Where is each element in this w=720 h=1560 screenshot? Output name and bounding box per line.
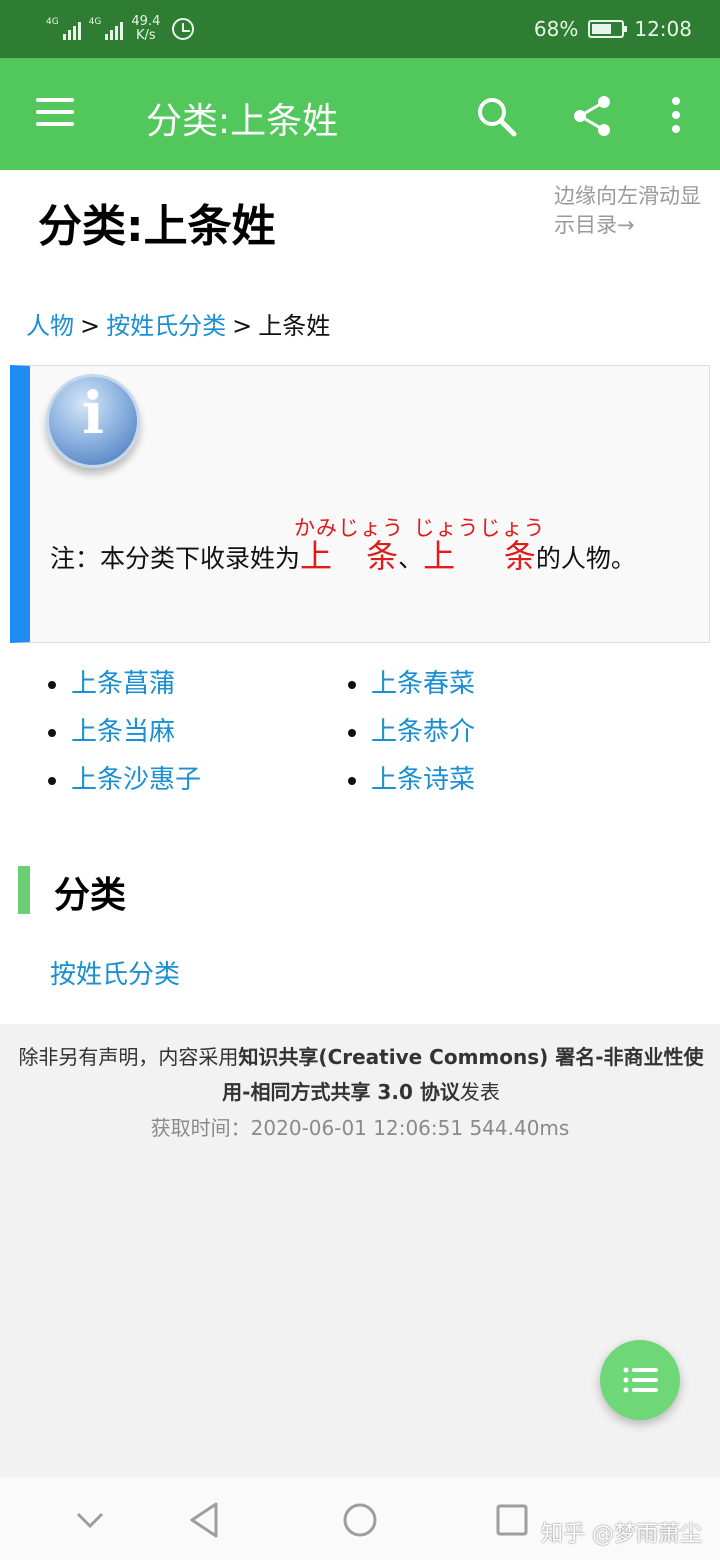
status-left: 4G 4G 49.4 K/s bbox=[46, 15, 195, 43]
alarm-icon bbox=[172, 18, 195, 40]
breadcrumb: 人物 > 按姓氏分类 > 上条姓 bbox=[26, 306, 330, 341]
name-link[interactable]: 上条沙惠子 bbox=[71, 762, 201, 799]
list-item: 上条春菜 bbox=[348, 666, 648, 703]
notice-prefix: 注：本分类下收录姓为 bbox=[50, 544, 301, 573]
reading-kamijou: かみじょう bbox=[294, 516, 405, 540]
section-accent-bar bbox=[18, 866, 30, 914]
notice-box: i 注：本分类下收录姓为上 条かみじょう、上 条じょうじょう的人物。 bbox=[10, 365, 710, 643]
recent-apps-icon[interactable] bbox=[490, 1498, 534, 1542]
toc-button[interactable] bbox=[600, 1340, 680, 1420]
battery-icon bbox=[588, 20, 628, 38]
breadcrumb-link-people[interactable]: 人物 bbox=[26, 312, 74, 340]
bullet-icon bbox=[48, 680, 56, 689]
bullet-icon bbox=[348, 776, 356, 785]
battery-fill bbox=[592, 24, 612, 34]
status-right: 68% 12:08 bbox=[534, 17, 692, 41]
clock: 12:08 bbox=[634, 17, 692, 41]
list-item: 上条恭介 bbox=[348, 714, 648, 751]
reading-joujou: じょうじょう bbox=[413, 516, 546, 540]
breadcrumb-current: 上条姓 bbox=[258, 312, 331, 340]
bullet-icon bbox=[48, 728, 56, 737]
more-vert-icon[interactable] bbox=[654, 94, 698, 138]
surname-kamijou: 上 条かみじょう bbox=[294, 516, 405, 575]
search-icon[interactable] bbox=[474, 94, 518, 138]
name-link[interactable]: 上条当麻 bbox=[71, 714, 175, 751]
fetch-time: 获取时间：2020-06-01 12:06:51 544.40ms bbox=[150, 1116, 570, 1140]
surname-joujou: 上 条じょうじょう bbox=[413, 516, 546, 575]
breadcrumb-separator: > bbox=[80, 312, 101, 340]
breadcrumb-separator: > bbox=[232, 312, 253, 340]
bullet-icon bbox=[48, 776, 56, 785]
back-icon[interactable] bbox=[184, 1498, 228, 1542]
app-toolbar: 分类:上条姓 bbox=[0, 58, 720, 170]
license-prefix: 除非另有声明，内容采用 bbox=[18, 1045, 239, 1069]
list-item: 上条当麻 bbox=[48, 714, 348, 751]
info-icon: i bbox=[46, 374, 140, 468]
watermark: 知乎 @梦雨萧尘 bbox=[541, 1522, 702, 1547]
signal-icon-1: 4G bbox=[46, 18, 81, 40]
category-link[interactable]: 按姓氏分类 bbox=[50, 954, 180, 991]
home-icon[interactable] bbox=[338, 1498, 382, 1542]
signal-icon-2: 4G bbox=[89, 18, 124, 40]
name-link[interactable]: 上条诗菜 bbox=[371, 762, 475, 799]
breadcrumb-link-surname-category[interactable]: 按姓氏分类 bbox=[106, 312, 226, 340]
license-suffix: 发表 bbox=[459, 1080, 500, 1104]
list-item: 上条沙惠子 bbox=[48, 762, 348, 799]
speed-value: 49.4 bbox=[131, 14, 161, 29]
page-title: 分类:上条姓 bbox=[38, 201, 276, 252]
list-item: 上条诗菜 bbox=[348, 762, 648, 799]
list-item: 上条菖蒲 bbox=[48, 666, 348, 703]
network-speed: 49.4 K/s bbox=[131, 15, 160, 43]
name-link[interactable]: 上条春菜 bbox=[371, 666, 475, 703]
toolbar-title: 分类:上条姓 bbox=[146, 101, 339, 142]
status-bar: 4G 4G 49.4 K/s 68% 12:08 bbox=[0, 0, 720, 58]
system-nav-bar: 知乎 @梦雨萧尘 bbox=[0, 1478, 720, 1560]
speed-unit: K/s bbox=[136, 28, 156, 43]
main-content: 分类:上条姓 边缘向左滑动显示目录→ 人物 > 按姓氏分类 > 上条姓 i 注：本分类下… bbox=[0, 170, 720, 1024]
network-type-2: 4G bbox=[88, 17, 102, 27]
menu-icon[interactable] bbox=[36, 98, 76, 130]
categories-heading: 分类 bbox=[54, 875, 127, 916]
list-icon bbox=[623, 1367, 658, 1393]
name-link[interactable]: 上条恭介 bbox=[371, 714, 475, 751]
bullet-icon bbox=[348, 680, 356, 689]
license-notice: 除非另有声明，内容采用知识共享(Creative Commons) 署名-非商业… bbox=[16, 1040, 706, 1110]
swipe-hint: 边缘向左滑动显示目录→ bbox=[554, 184, 701, 237]
share-icon[interactable] bbox=[570, 94, 614, 138]
notice-text: 注：本分类下收录姓为上 条かみじょう、上 条じょうじょう的人物。 bbox=[50, 516, 690, 588]
battery-percent: 68% bbox=[533, 17, 579, 41]
notice-suffix: 的人物。 bbox=[535, 544, 636, 573]
name-list: 上条菖蒲 上条春菜 上条当麻 上条恭介 上条沙惠子 上条诗菜 bbox=[48, 666, 648, 799]
bullet-icon bbox=[348, 728, 356, 737]
network-type-1: 4G bbox=[46, 17, 59, 27]
chevron-down-icon[interactable] bbox=[68, 1498, 112, 1542]
name-link[interactable]: 上条菖蒲 bbox=[71, 666, 175, 703]
